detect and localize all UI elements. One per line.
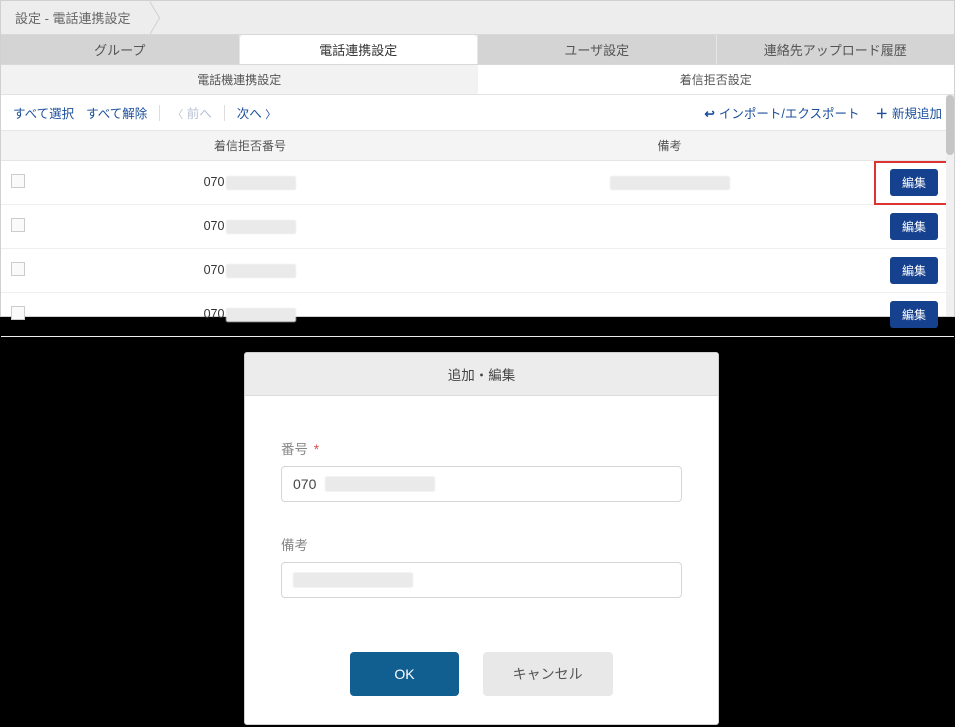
table-row: 070 編集 xyxy=(1,293,954,337)
breadcrumb-label: 設定 - 電話連携設定 xyxy=(15,8,131,27)
chevron-right-icon: 〉 xyxy=(265,109,276,121)
col-number-header: 着信拒否番号 xyxy=(35,131,465,161)
row-checkbox[interactable] xyxy=(11,218,25,232)
edit-modal: 追加・編集 番号 * 070 備考 OK キャンセル xyxy=(244,352,719,725)
add-new-label: 新規追加 xyxy=(892,107,942,121)
import-export-link[interactable]: ↩ インポート/エクスポート xyxy=(704,103,859,122)
table-row: 070 編集 xyxy=(1,161,954,205)
breadcrumb[interactable]: 設定 - 電話連携設定 xyxy=(1,1,149,34)
tab-label: 連絡先アップロード履歴 xyxy=(764,40,907,59)
tab-group[interactable]: グループ xyxy=(1,35,240,64)
row-checkbox[interactable] xyxy=(11,306,25,320)
pager-next[interactable]: 次へ 〉 xyxy=(237,103,277,122)
separator xyxy=(159,105,160,121)
select-all-link[interactable]: すべて選択 xyxy=(13,103,74,122)
tab-upload-history[interactable]: 連絡先アップロード履歴 xyxy=(717,35,955,64)
tab-label: グループ xyxy=(94,40,145,59)
chevron-left-icon: 〈 xyxy=(172,109,183,121)
number-prefix: 070 xyxy=(204,175,225,189)
edit-button[interactable]: 編集 xyxy=(890,257,938,284)
number-field[interactable] xyxy=(281,466,682,502)
edit-button[interactable]: 編集 xyxy=(890,301,938,328)
subtab-block-settings[interactable]: 着信拒否設定 xyxy=(478,65,955,94)
deselect-all-link[interactable]: すべて解除 xyxy=(86,103,147,122)
plus-icon: ＋ xyxy=(875,107,888,121)
vertical-scrollbar[interactable] xyxy=(946,95,954,316)
edit-button[interactable]: 編集 xyxy=(890,213,938,240)
table-row: 070 編集 xyxy=(1,249,954,293)
number-label: 番号 * xyxy=(281,438,682,458)
import-export-label: インポート/エクスポート xyxy=(719,107,860,121)
redacted-text xyxy=(226,176,296,190)
breadcrumb-bar: 設定 - 電話連携設定 xyxy=(1,1,954,35)
block-table: 着信拒否番号 備考 070 編集 070 編集 070 編集 070 編集 xyxy=(1,131,954,337)
add-new-link[interactable]: ＋ 新規追加 xyxy=(875,103,942,122)
pager-prev: 〈 前へ xyxy=(172,103,212,122)
tab-phone-link[interactable]: 電話連携設定 xyxy=(240,35,479,64)
number-prefix: 070 xyxy=(204,263,225,277)
pager-next-label: 次へ xyxy=(237,107,262,121)
redacted-text xyxy=(226,264,296,278)
redacted-text xyxy=(226,220,296,234)
tab-label: 電話連携設定 xyxy=(319,40,397,59)
number-label-text: 番号 xyxy=(281,442,308,457)
row-checkbox[interactable] xyxy=(11,262,25,276)
secondary-tabs: 電話機連携設定 着信拒否設定 xyxy=(1,65,954,95)
table-row: 070 編集 xyxy=(1,205,954,249)
ok-button[interactable]: OK xyxy=(350,652,458,696)
subtab-label: 電話機連携設定 xyxy=(197,71,281,88)
primary-tabs: グループ 電話連携設定 ユーザ設定 連絡先アップロード履歴 xyxy=(1,35,954,65)
subtab-label: 着信拒否設定 xyxy=(680,71,752,88)
toolbar: すべて選択 すべて解除 〈 前へ 次へ 〉 ↩ インポート/エクスポート ＋ 新規追… xyxy=(1,95,954,131)
modal-title: 追加・編集 xyxy=(245,353,718,396)
number-prefix: 070 xyxy=(204,219,225,233)
note-label: 備考 xyxy=(281,534,682,554)
pager-prev-label: 前へ xyxy=(187,107,212,121)
number-prefix: 070 xyxy=(204,307,225,321)
scrollbar-thumb[interactable] xyxy=(946,95,954,155)
reply-icon: ↩ xyxy=(704,107,714,121)
subtab-device-link[interactable]: 電話機連携設定 xyxy=(1,65,478,94)
col-check-header xyxy=(1,131,35,161)
col-note-header: 備考 xyxy=(465,131,874,161)
cancel-button[interactable]: キャンセル xyxy=(483,652,613,696)
row-checkbox[interactable] xyxy=(11,174,25,188)
note-field[interactable] xyxy=(281,562,682,598)
required-mark: * xyxy=(314,442,319,457)
tab-user-settings[interactable]: ユーザ設定 xyxy=(478,35,717,64)
redacted-text xyxy=(610,176,730,190)
tab-label: ユーザ設定 xyxy=(564,40,629,59)
separator xyxy=(224,105,225,121)
redacted-text xyxy=(226,308,296,322)
edit-button[interactable]: 編集 xyxy=(890,169,938,196)
col-action-header xyxy=(874,131,954,161)
